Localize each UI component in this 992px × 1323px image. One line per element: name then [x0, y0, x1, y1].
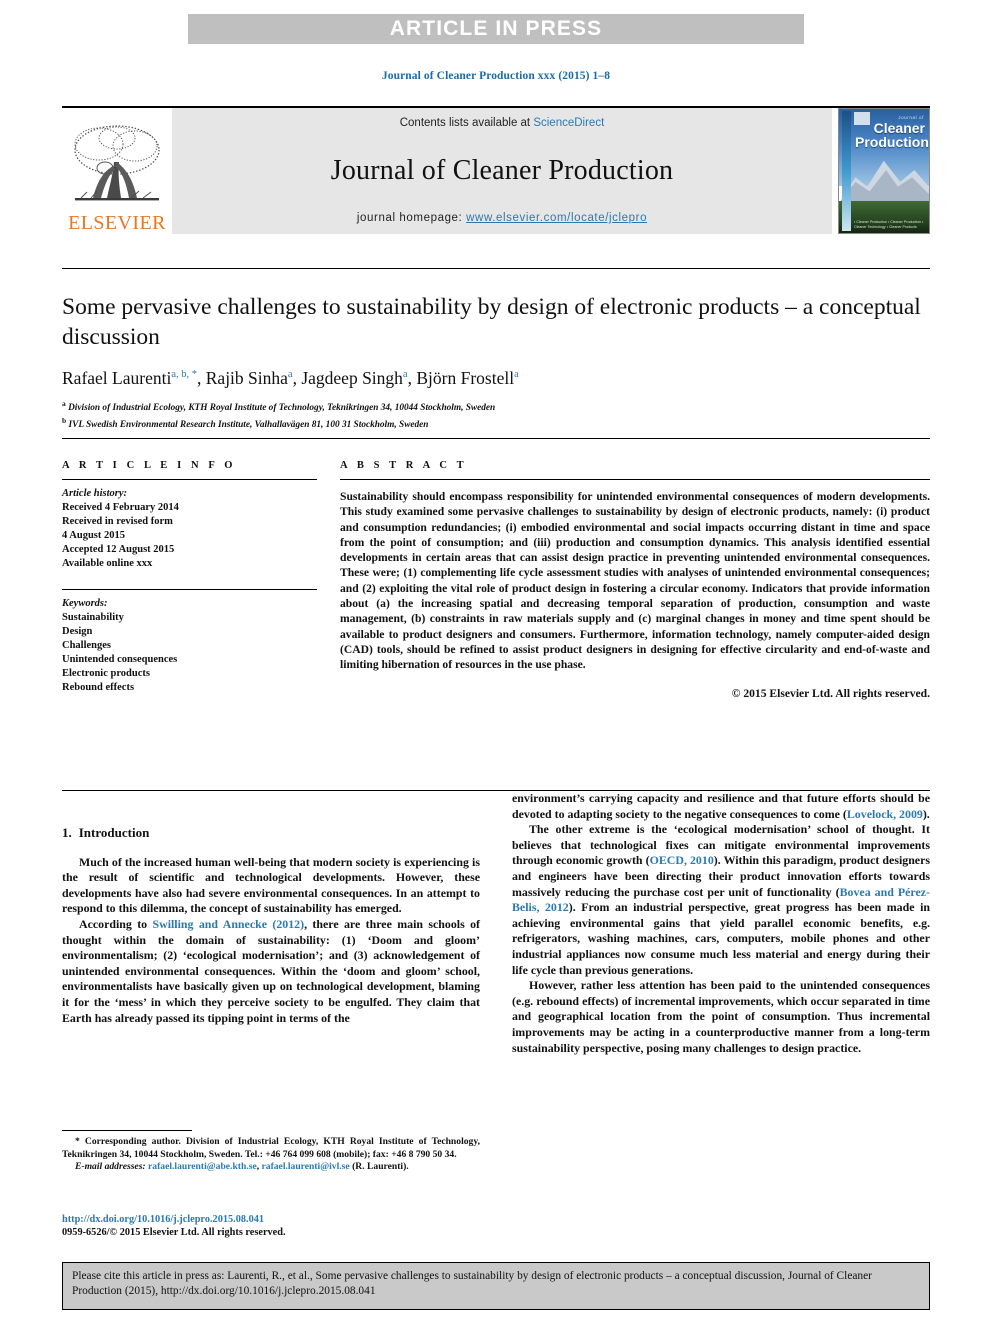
paragraph: However, rather less attention has been …	[512, 978, 930, 1055]
keyword-item: Design	[62, 626, 93, 637]
title-top-rule	[62, 268, 930, 269]
page-title: Some pervasive challenges to sustainabil…	[62, 294, 921, 350]
cover-title-line1: Cleaner	[873, 120, 925, 136]
elsevier-logo: ELSEVIER	[62, 108, 172, 234]
keyword-item: Challenges	[62, 640, 112, 651]
affiliation-item: a Division of Industrial Ecology, KTH Ro…	[62, 398, 930, 415]
keywords-label: Keywords:	[62, 598, 108, 609]
article-in-press-label: ARTICLE IN PRESS	[389, 17, 603, 40]
keyword-item: Sustainability	[62, 612, 124, 623]
cover-title: Cleaner Production	[855, 120, 929, 150]
paragraph: environment’s carrying capacity and resi…	[512, 791, 930, 821]
elsevier-tree-icon	[74, 125, 160, 201]
history-item: Received in revised form	[62, 516, 173, 527]
affiliation-list: a Division of Industrial Ecology, KTH Ro…	[62, 398, 930, 431]
paragraph: According to Swilling and Annecke (2012)…	[62, 916, 480, 1025]
article-in-press-banner: ARTICLE IN PRESS	[188, 14, 804, 44]
journal-homepage-line: journal homepage: www.elsevier.com/locat…	[357, 212, 647, 224]
abstract-heading: A B S T R A C T	[340, 460, 468, 471]
article-history-label: Article history:	[62, 488, 128, 499]
elsevier-wordmark: ELSEVIER	[68, 212, 166, 234]
cover-mountain-icon	[839, 160, 929, 204]
history-item: Accepted 12 August 2015	[62, 544, 175, 555]
author-name: Björn Frostell	[416, 368, 515, 388]
citation-link[interactable]: Bovea and Pérez-Belis, 2012	[512, 885, 930, 915]
doi-block: http://dx.doi.org/10.1016/j.jclepro.2015…	[62, 1213, 492, 1240]
contents-lists-line: Contents lists available at ScienceDirec…	[400, 117, 605, 129]
title-block: Some pervasive challenges to sustainabil…	[62, 268, 930, 431]
affiliation-text: IVL Swedish Environmental Research Insti…	[68, 419, 429, 430]
citation-link[interactable]: OECD, 2010	[650, 853, 714, 867]
paragraph: Much of the increased human well-being t…	[62, 854, 480, 916]
running-head: Journal of Cleaner Production xxx (2015)…	[381, 70, 611, 82]
contents-prefix-label: Contents lists available at	[399, 117, 534, 129]
history-item: Available online xxx	[62, 558, 153, 569]
cover-side-strip	[842, 111, 851, 231]
author-name: Jagdeep Singh	[301, 368, 403, 388]
author-affiliation-marks[interactable]: a	[288, 369, 293, 380]
doi-link[interactable]: http://dx.doi.org/10.1016/j.jclepro.2015…	[62, 1214, 264, 1225]
body-region: 1. Introduction Much of the increased hum…	[62, 790, 930, 1056]
article-info-heading: A R T I C L E I N F O	[62, 460, 237, 471]
footnote-block: * Corresponding author. Division of Indu…	[62, 1130, 480, 1174]
article-info-column: A R T I C L E I N F O Article history: R…	[62, 460, 317, 700]
affiliation-text: Division of Industrial Ecology, KTH Roya…	[68, 403, 496, 414]
journal-title: Journal of Cleaner Production	[330, 154, 674, 186]
keyword-item: Rebound effects	[62, 682, 135, 693]
section-title: Introduction	[78, 825, 150, 840]
affiliation-item: b IVL Swedish Environmental Research Ins…	[62, 415, 930, 432]
affiliation-mark: a	[62, 399, 66, 408]
footnote-rule	[62, 1130, 192, 1131]
email-link[interactable]: rafael.laurenti@abe.kth.se	[148, 1161, 257, 1172]
email-link[interactable]: rafael.laurenti@ivl.se	[262, 1161, 350, 1172]
please-cite-box: Please cite this article in press as: La…	[62, 1262, 930, 1310]
keyword-item: Electronic products	[62, 668, 150, 679]
section-number: 1.	[62, 825, 72, 840]
email-note: E-mail addresses: rafael.laurenti@abe.kt…	[75, 1161, 409, 1173]
paragraph: The other extreme is the ‘ecological mod…	[512, 822, 930, 977]
body-column-left: 1. Introduction Much of the increased hum…	[62, 791, 480, 1056]
journal-homepage-link[interactable]: www.elsevier.com/locate/jclepro	[466, 212, 647, 224]
author-name: Rafael Laurenti	[62, 368, 172, 388]
email-owner: (R. Laurenti).	[352, 1161, 409, 1173]
citation-link[interactable]: Swilling and Annecke (2012)	[153, 917, 305, 931]
abstract-column: A B S T R A C T Sustainability should en…	[340, 460, 930, 700]
abstract-text: Sustainability should encompass responsi…	[340, 490, 930, 672]
history-item: 4 August 2015	[62, 530, 126, 541]
cover-title-line2: Production	[855, 134, 929, 150]
history-item: Received 4 February 2014	[62, 502, 179, 513]
journal-cover-thumbnail: Journal of Cleaner Production • Cleaner …	[838, 108, 930, 234]
cover-footer-text: • Cleaner Production • Cleaner Productio…	[854, 220, 924, 229]
author-affiliation-marks[interactable]: a	[403, 369, 408, 380]
body-column-right: environment’s carrying capacity and resi…	[512, 791, 930, 1056]
article-history-block: Article history: Received 4 February 201…	[62, 480, 317, 571]
abstract-copyright: © 2015 Elsevier Ltd. All rights reserved…	[731, 686, 930, 700]
keywords-block: Keywords: Sustainability Design Challeng…	[62, 590, 317, 695]
email-addresses-label: E-mail addresses:	[75, 1161, 146, 1173]
author-affiliation-marks[interactable]: a, b, *	[171, 369, 197, 380]
masthead-center-panel: Contents lists available at ScienceDirec…	[172, 108, 832, 234]
author-affiliation-marks[interactable]: a	[514, 369, 519, 380]
affiliation-mark: b	[62, 415, 67, 425]
section-heading-introduction: 1. Introduction	[62, 825, 480, 841]
homepage-label: journal homepage:	[356, 212, 467, 224]
journal-masthead: ELSEVIER Contents lists available at Sci…	[62, 106, 930, 234]
issn-copyright-line: 0959-6526/© 2015 Elsevier Ltd. All right…	[62, 1227, 286, 1239]
keyword-item: Unintended consequences	[62, 654, 178, 665]
info-abstract-region: A R T I C L E I N F O Article history: R…	[62, 438, 930, 700]
corresponding-author-note: * Corresponding author. Division of Indu…	[62, 1136, 480, 1160]
author-name: Rajib Sinha	[205, 368, 288, 388]
author-list: Rafael Laurentia, b, *, Rajib Sinhaa, Ja…	[62, 368, 519, 388]
citation-link[interactable]: Lovelock, 2009	[847, 807, 923, 821]
sciencedirect-link[interactable]: ScienceDirect	[533, 117, 604, 129]
